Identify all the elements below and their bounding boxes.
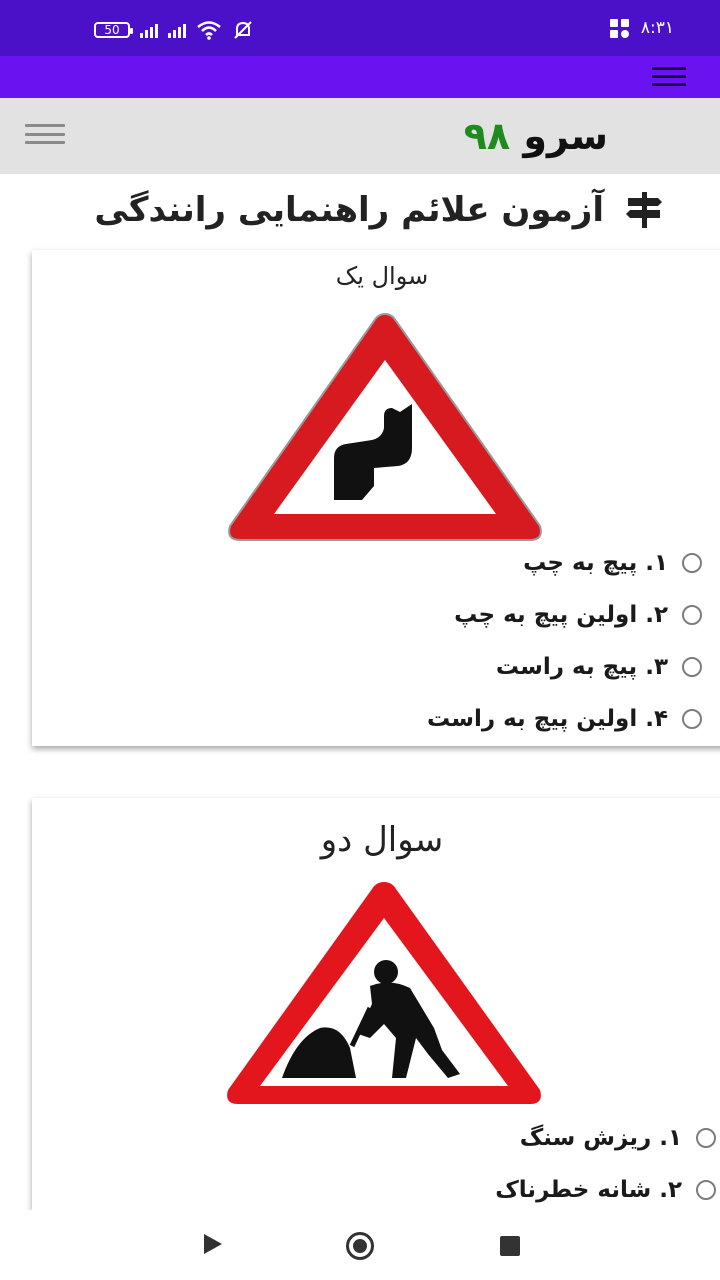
answer-label: ۴. اولین پیچ به راست	[427, 706, 668, 732]
double-bend-warning-sign	[228, 312, 542, 541]
answer-label: ۱. پیچ به چپ	[523, 550, 668, 576]
signpost-icon	[626, 192, 662, 228]
answer-options: ۱. پیچ به چپ ۲. اولین پیچ به چپ ۳. پیچ ب…	[427, 537, 702, 745]
answer-option-1[interactable]: ۱. پیچ به چپ	[427, 537, 702, 589]
answer-label: ۳. پیچ به راست	[495, 654, 668, 680]
brand-logo[interactable]: سرو ۹۸	[464, 114, 608, 158]
radio-button[interactable]	[682, 605, 702, 625]
status-icons-left: 50	[94, 20, 254, 40]
radio-button[interactable]	[696, 1180, 716, 1200]
page-title-text: آزمون علائم راهنمایی رانندگی	[94, 190, 604, 230]
site-header: سرو ۹۸	[0, 98, 720, 174]
answer-option-1[interactable]: ۱. ریزش سنگ	[495, 1112, 716, 1164]
answer-label: ۱. ریزش سنگ	[519, 1125, 682, 1151]
brand-number: ۹۸	[463, 114, 511, 158]
system-nav-bar	[0, 1210, 720, 1280]
signal-icon	[140, 22, 158, 38]
answer-option-4[interactable]: ۴. اولین پیچ به راست	[427, 693, 702, 745]
question-title: سوال یک	[335, 262, 429, 290]
status-icons-right: ۸:۳۱	[609, 18, 674, 38]
hamburger-menu-icon[interactable]	[25, 124, 65, 144]
status-bar: 50 ۸:۳۱	[0, 0, 720, 56]
brand-name: سرو	[523, 114, 608, 158]
answer-option-2[interactable]: ۲. شانه خطرناک	[495, 1164, 716, 1216]
radio-button[interactable]	[696, 1128, 716, 1148]
radio-button[interactable]	[682, 657, 702, 677]
answer-option-2[interactable]: ۲. اولین پیچ به چپ	[427, 589, 702, 641]
question-card-2: سوال دو ۱. ریزش سنگ ۲. شانه خطرناک	[32, 798, 720, 1210]
menu-icon[interactable]	[652, 67, 686, 86]
app-bar	[0, 56, 720, 98]
question-title: سوال دو	[320, 820, 444, 860]
radio-button[interactable]	[682, 553, 702, 573]
road-works-warning-sign	[227, 882, 541, 1104]
signal-icon-2	[168, 22, 186, 38]
battery-icon: 50	[94, 22, 133, 38]
radio-button[interactable]	[682, 709, 702, 729]
wifi-icon	[197, 21, 221, 40]
page-title: آزمون علائم راهنمایی رانندگی	[94, 190, 664, 230]
answer-label: ۲. اولین پیچ به چپ	[454, 602, 668, 628]
answer-option-3[interactable]: ۳. پیچ به راست	[427, 641, 702, 693]
status-time: ۸:۳۱	[640, 18, 674, 38]
question-card-1: سوال یک ۱. پیچ به چپ ۲. اولین پیچ به چپ …	[32, 250, 720, 746]
recent-apps-icon[interactable]	[500, 1236, 520, 1256]
answer-options: ۱. ریزش سنگ ۲. شانه خطرناک	[495, 1112, 716, 1216]
home-icon[interactable]	[346, 1232, 374, 1260]
back-icon[interactable]	[204, 1234, 222, 1254]
apps-icon	[609, 18, 629, 38]
notifications-off-icon	[234, 21, 252, 39]
answer-label: ۲. شانه خطرناک	[495, 1177, 682, 1203]
